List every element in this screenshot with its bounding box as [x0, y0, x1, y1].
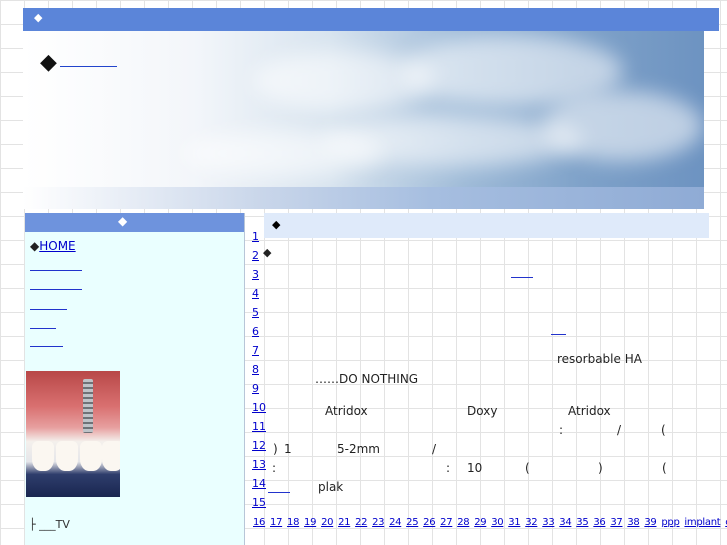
page-link-34[interactable]: 34 [559, 517, 571, 528]
main-header-diamond: ◆ [272, 218, 281, 231]
page-link-36[interactable]: 36 [593, 517, 605, 528]
page-link-27[interactable]: 27 [440, 517, 452, 528]
page-link-17[interactable]: 17 [270, 517, 282, 528]
page-link-37[interactable]: 37 [610, 517, 622, 528]
banner-strip [23, 187, 704, 209]
row-number-15[interactable]: 15 [252, 496, 266, 509]
sidebar-link-2[interactable] [30, 289, 82, 290]
text-slash-1: / [617, 423, 622, 437]
text-do-nothing: ……DO NOTHING [315, 372, 419, 386]
sidebar-link-4[interactable] [30, 328, 56, 329]
text-one: 1 [284, 442, 292, 456]
page-link-16[interactable]: 16 [253, 517, 265, 528]
tv-bar: ├ ___ [29, 518, 56, 531]
row-number-7[interactable]: 7 [252, 344, 259, 357]
inline-link-2[interactable] [551, 334, 566, 335]
page-link-29[interactable]: 29 [474, 517, 486, 528]
text-ten: 10 [467, 461, 483, 475]
page-link-implant[interactable]: implant [684, 517, 720, 528]
row-number-10[interactable]: 10 [252, 401, 266, 414]
text-atridox-1: Atridox [325, 404, 368, 418]
row-number-4[interactable]: 4 [252, 287, 259, 300]
row-number-11[interactable]: 11 [252, 420, 266, 433]
header-banner [23, 31, 704, 187]
page-link-30[interactable]: 30 [491, 517, 503, 528]
row-number-5[interactable]: 5 [252, 306, 259, 319]
sidebar-tv-note: ├ ___TV [29, 518, 70, 531]
sidebar-link-3[interactable] [30, 309, 67, 310]
row-number-13[interactable]: 13 [252, 458, 266, 471]
home-diamond-icon: ◆ [30, 239, 40, 253]
dental-implant-photo [26, 371, 120, 497]
row-number-3[interactable]: 3 [252, 268, 259, 281]
banner-title-link[interactable] [60, 66, 117, 67]
page-link-20[interactable]: 20 [321, 517, 333, 528]
text-doxy: Doxy [467, 404, 498, 418]
text-paren-1: ( [661, 423, 666, 437]
banner-diamond-icon: ◆ [40, 50, 57, 75]
body-diamond-icon: ◆ [263, 246, 272, 259]
sidebar-link-1[interactable] [30, 270, 82, 271]
page-link-31[interactable]: 31 [508, 517, 520, 528]
text-slash-2: / [432, 442, 437, 456]
top-bar: ◆ [23, 8, 719, 31]
row-number-9[interactable]: 9 [252, 382, 259, 395]
sidebar-link-5[interactable] [30, 346, 63, 347]
tv-label: TV [55, 518, 70, 531]
sidebar-item-home[interactable]: ◆HOME [30, 239, 76, 253]
row-number-6[interactable]: 6 [252, 325, 259, 338]
text-colon-3: : [446, 461, 451, 475]
main-header: ◆ [264, 213, 709, 238]
page-link-39[interactable]: 39 [644, 517, 656, 528]
sidebar-header: ◆ [25, 213, 244, 232]
row-number-14[interactable]: 14 [252, 477, 266, 490]
row-number-1[interactable]: 1 [252, 230, 259, 243]
page-link-ppp[interactable]: ppp [661, 517, 679, 528]
page-link-24[interactable]: 24 [389, 517, 401, 528]
page-links: 16 17 18 19 20 21 22 23 24 25 26 27 28 2… [253, 517, 727, 528]
page-link-33[interactable]: 33 [542, 517, 554, 528]
home-link[interactable]: HOME [39, 239, 75, 253]
row-number-12[interactable]: 12 [252, 439, 266, 452]
text-atridox-2: Atridox [568, 404, 611, 418]
text-colon-1: : [559, 423, 564, 437]
text-paren-3: ( [662, 461, 667, 475]
page-link-22[interactable]: 22 [355, 517, 367, 528]
page-link-21[interactable]: 21 [338, 517, 350, 528]
row-number-2[interactable]: 2 [252, 249, 259, 262]
text-5-2mm: 5-2mm [337, 442, 380, 456]
row-number-8[interactable]: 8 [252, 363, 259, 376]
text-paren-close-1: ) [273, 442, 278, 456]
page-link-38[interactable]: 38 [627, 517, 639, 528]
sidebar-header-diamond: ◆ [118, 214, 128, 228]
top-bar-diamond: ◆ [34, 11, 43, 24]
inline-link-3[interactable] [268, 492, 290, 493]
text-resorbable-ha: resorbable HA [557, 352, 642, 366]
text-plak: plak [318, 480, 344, 494]
text-paren-2: ( [525, 461, 530, 475]
page-link-28[interactable]: 28 [457, 517, 469, 528]
text-paren-close-2: ) [598, 461, 603, 475]
page-link-19[interactable]: 19 [304, 517, 316, 528]
page-link-32[interactable]: 32 [525, 517, 537, 528]
page-link-18[interactable]: 18 [287, 517, 299, 528]
page-link-35[interactable]: 35 [576, 517, 588, 528]
page-link-23[interactable]: 23 [372, 517, 384, 528]
page-link-25[interactable]: 25 [406, 517, 418, 528]
inline-link-1[interactable] [511, 277, 533, 278]
page-link-26[interactable]: 26 [423, 517, 435, 528]
text-colon-2: : [272, 461, 277, 475]
